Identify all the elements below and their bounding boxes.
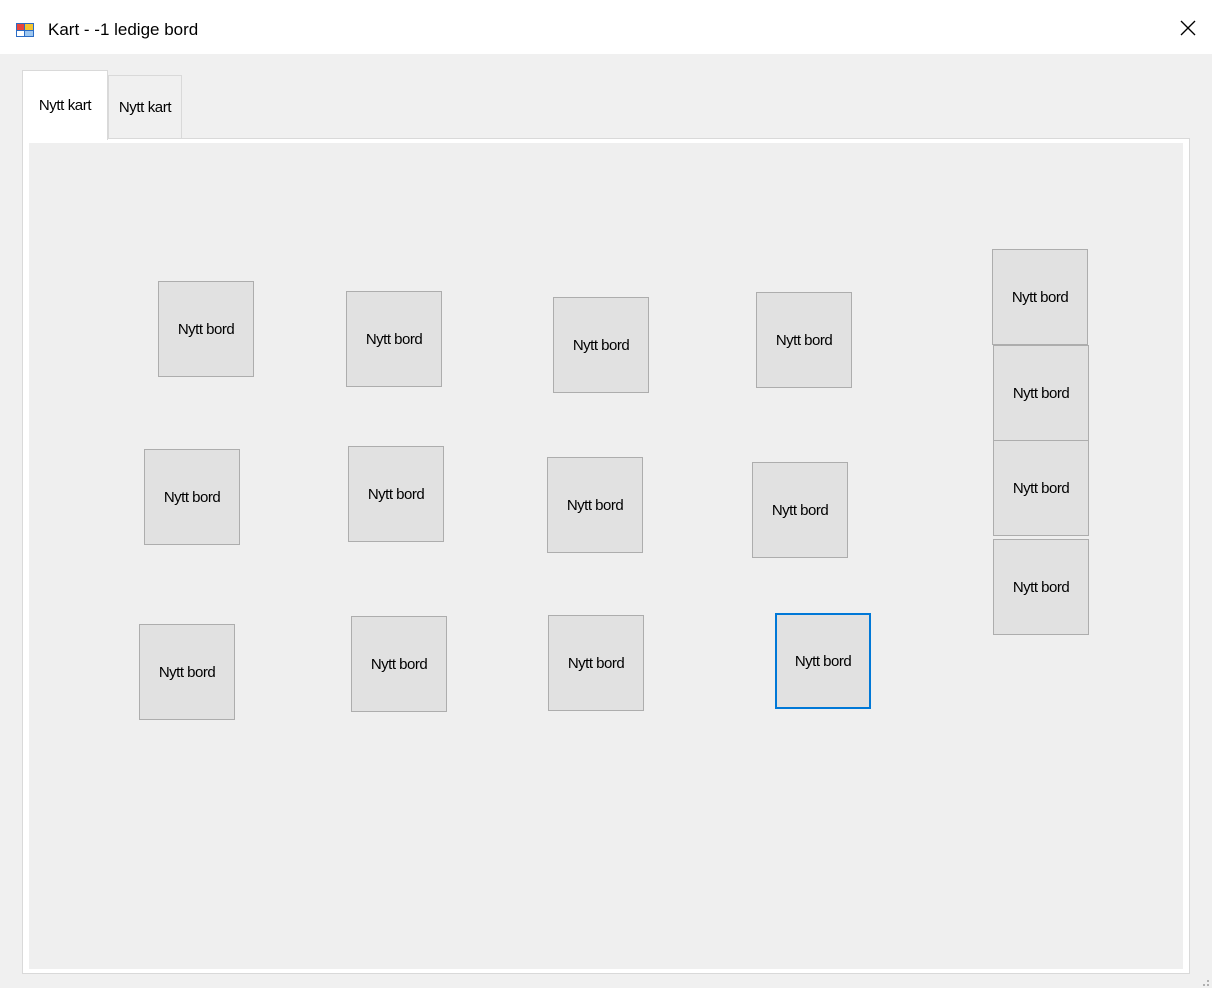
table-button[interactable]: Nytt bord (993, 440, 1089, 536)
table-button[interactable]: Nytt bord (993, 539, 1089, 635)
table-button-focused[interactable]: Nytt bord (775, 613, 871, 709)
table-button[interactable]: Nytt bord (547, 457, 643, 553)
resize-grip-icon[interactable] (1198, 974, 1210, 986)
table-button[interactable]: Nytt bord (346, 291, 442, 387)
table-button[interactable]: Nytt bord (351, 616, 447, 712)
table-button[interactable]: Nytt bord (348, 446, 444, 542)
table-button[interactable]: Nytt bord (993, 345, 1089, 441)
table-button[interactable]: Nytt bord (158, 281, 254, 377)
table-button[interactable]: Nytt bord (553, 297, 649, 393)
tab-nytt-kart-2[interactable]: Nytt kart (108, 75, 182, 139)
table-button[interactable]: Nytt bord (144, 449, 240, 545)
tab-nytt-kart-1[interactable]: Nytt kart (22, 70, 108, 140)
close-icon (1180, 20, 1196, 41)
form-app-icon (16, 21, 34, 39)
window-title: Kart - -1 ledige bord (48, 20, 199, 39)
table-button[interactable]: Nytt bord (992, 249, 1088, 345)
title-bar: Kart - -1 ledige bord (0, 0, 1212, 54)
table-button[interactable]: Nytt bord (756, 292, 852, 388)
table-button[interactable]: Nytt bord (548, 615, 644, 711)
table-button[interactable]: Nytt bord (752, 462, 848, 558)
table-button[interactable]: Nytt bord (139, 624, 235, 720)
app-window: Kart - -1 ledige bord Nytt kart Nytt kar… (0, 0, 1212, 988)
close-button[interactable] (1166, 10, 1210, 50)
